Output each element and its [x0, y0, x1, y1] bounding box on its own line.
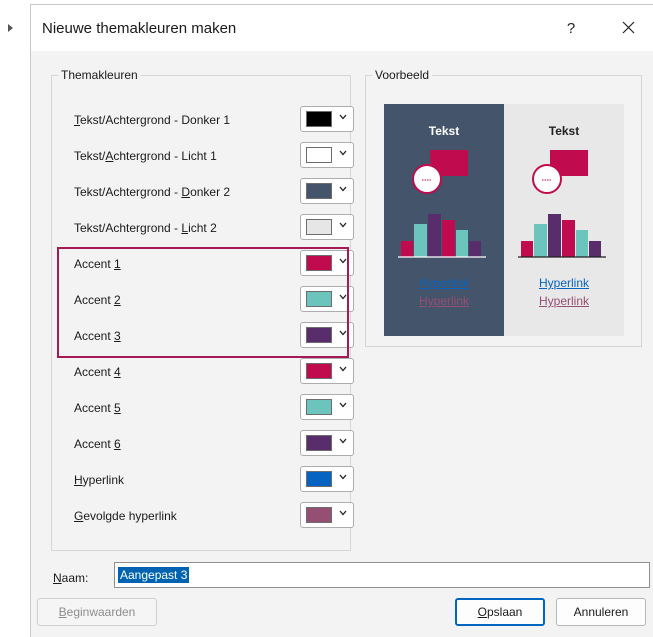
color-picker-button[interactable]	[300, 142, 354, 168]
help-button[interactable]: ?	[556, 16, 586, 42]
preview-dark-followed-hyperlink: Hyperlink	[418, 294, 469, 308]
color-picker-button[interactable]	[300, 178, 354, 204]
caret-right-icon[interactable]	[8, 24, 13, 32]
reset-button[interactable]: Beginwaarden	[37, 598, 157, 626]
theme-color-row: Accent 5	[53, 394, 354, 422]
preview-legend: Voorbeeld	[372, 68, 433, 83]
close-button[interactable]	[613, 14, 643, 42]
cancel-button[interactable]: Annuleren	[556, 598, 646, 626]
theme-color-label: Accent 4	[74, 365, 121, 379]
chevron-down-icon	[339, 402, 347, 408]
color-swatch	[306, 363, 332, 379]
theme-color-row: Tekst/Achtergrond - Licht 2	[53, 214, 354, 242]
chevron-down-icon	[339, 474, 347, 480]
color-swatch	[306, 435, 332, 451]
chevron-down-icon	[339, 222, 347, 228]
theme-colors-legend: Themakleuren	[58, 68, 141, 83]
chevron-down-icon	[339, 510, 347, 516]
name-input[interactable]	[114, 562, 650, 588]
chevron-down-icon	[339, 186, 347, 192]
name-input-value: Aangepast 3	[118, 567, 190, 583]
preview-light-panel: Tekst Hyperlink Hyperlink	[504, 104, 624, 336]
theme-color-row: Tekst/Achtergrond - Licht 1	[53, 142, 354, 170]
theme-color-label: Hyperlink	[74, 473, 125, 487]
color-picker-button[interactable]	[300, 358, 354, 384]
accent-highlight-box	[57, 247, 349, 358]
color-swatch	[306, 399, 332, 415]
theme-color-label: Tekst/Achtergrond - Licht 1	[74, 149, 217, 163]
color-picker-button[interactable]	[300, 466, 354, 492]
left-strip	[0, 0, 30, 637]
theme-color-row: Hyperlink	[53, 466, 354, 494]
dialog-title: Nieuwe themakleuren maken	[42, 20, 237, 37]
theme-color-label: Accent 6	[74, 437, 121, 451]
name-label: Naam:	[53, 571, 89, 585]
preview-dark-panel: Tekst Hyperlink Hyperlink	[384, 104, 504, 336]
preview-area: Tekst Hyperlink Hyperlink Tekst Hyperlin…	[384, 104, 624, 336]
create-theme-colors-dialog: Nieuwe themakleuren maken ? Themakleuren…	[30, 4, 653, 637]
theme-color-row: Tekst/Achtergrond - Donker 2	[53, 178, 354, 206]
close-icon	[622, 21, 634, 34]
theme-color-label: Accent 5	[74, 401, 121, 415]
theme-color-row: Accent 6	[53, 430, 354, 458]
theme-color-label: Gevolgde hyperlink	[74, 509, 177, 523]
chevron-down-icon	[339, 438, 347, 444]
color-picker-button[interactable]	[300, 430, 354, 456]
theme-color-row: Gevolgde hyperlink	[53, 502, 354, 530]
color-swatch	[306, 471, 332, 487]
preview-dark-hyperlink: Hyperlink	[418, 276, 469, 290]
color-picker-button[interactable]	[300, 394, 354, 420]
color-swatch	[306, 507, 332, 523]
color-swatch	[306, 147, 332, 163]
theme-color-label: Tekst/Achtergrond - Donker 2	[74, 185, 231, 199]
theme-color-label: Tekst/Achtergrond - Donker 1	[74, 113, 231, 127]
preview-light-followed-hyperlink: Hyperlink	[538, 294, 589, 308]
color-picker-button[interactable]	[300, 214, 354, 240]
color-picker-button[interactable]	[300, 502, 354, 528]
chevron-down-icon	[339, 150, 347, 156]
save-button[interactable]: Opslaan	[455, 598, 545, 626]
color-swatch	[306, 219, 332, 235]
color-swatch	[306, 183, 332, 199]
theme-color-label: Tekst/Achtergrond - Licht 2	[74, 221, 217, 235]
preview-light-hyperlink: Hyperlink	[538, 276, 589, 290]
color-swatch	[306, 111, 332, 127]
color-picker-button[interactable]	[300, 106, 354, 132]
chevron-down-icon	[339, 114, 347, 120]
chevron-down-icon	[339, 366, 347, 372]
theme-color-row: Tekst/Achtergrond - Donker 1	[53, 106, 354, 134]
theme-color-row: Accent 4	[53, 358, 354, 386]
title-bar: Nieuwe themakleuren maken ?	[31, 5, 653, 51]
